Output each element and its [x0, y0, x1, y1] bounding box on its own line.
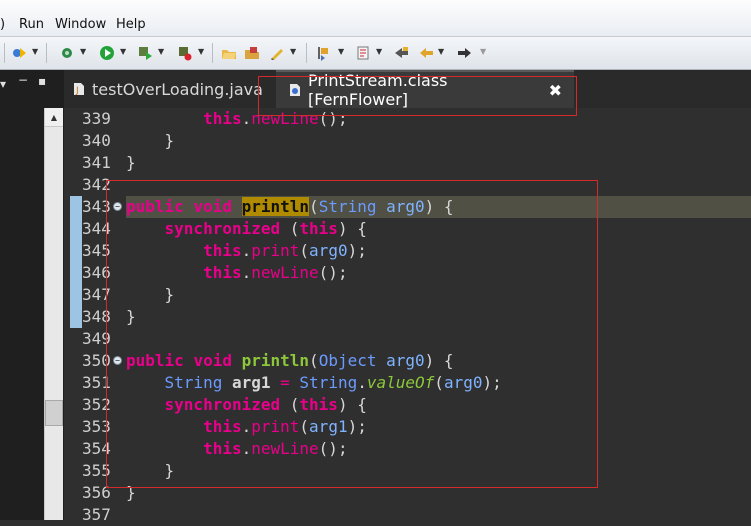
- chevron-down-icon[interactable]: ▼: [438, 47, 444, 56]
- open-type-icon[interactable]: [220, 44, 238, 62]
- code-text: }: [126, 131, 175, 150]
- menu-item-help[interactable]: Help: [116, 17, 146, 32]
- menu-bar: ) Run Window Help: [0, 0, 751, 37]
- chevron-down-icon[interactable]: ▼: [32, 47, 38, 56]
- chevron-down-icon[interactable]: ▼: [198, 47, 204, 56]
- minimize-icon[interactable]: −: [18, 73, 28, 87]
- code-line: 357: [70, 504, 751, 526]
- debug-perspective-icon[interactable]: [10, 44, 28, 62]
- run-config-icon[interactable]: [136, 44, 154, 62]
- forward-icon[interactable]: [456, 44, 474, 62]
- tab-label: testOverLoading.java: [92, 79, 263, 99]
- chevron-down-icon[interactable]: ▼: [376, 47, 382, 56]
- chevron-down-icon[interactable]: ▼: [120, 47, 126, 56]
- menu-item-partial[interactable]: ): [0, 17, 5, 32]
- line-number: 341: [82, 153, 111, 172]
- toolbar-separator: [306, 43, 307, 63]
- run-icon[interactable]: [98, 44, 116, 62]
- toolbar-separator: [212, 43, 213, 63]
- line-number: 340: [82, 131, 111, 150]
- external-tools-icon[interactable]: [176, 44, 194, 62]
- menu-item-window[interactable]: Window: [55, 17, 106, 32]
- toolbar: ▼ ▼ ▼ ▼ ▼ ▼ ▼ ▼ ▼ ▼: [0, 37, 751, 70]
- annotation-icon[interactable]: [268, 44, 286, 62]
- chevron-down-icon[interactable]: ▼: [80, 47, 86, 56]
- toolbar-separator: [46, 43, 47, 63]
- previous-annotation-icon[interactable]: [354, 44, 372, 62]
- open-task-icon[interactable]: [243, 44, 261, 62]
- menu-item-run[interactable]: Run: [19, 17, 44, 32]
- chevron-down-icon[interactable]: ▼: [290, 47, 296, 56]
- code-line: 341 }: [70, 152, 751, 174]
- maximize-icon[interactable]: ▪: [38, 74, 46, 88]
- tab-testoverloading[interactable]: J testOverLoading.java: [72, 70, 263, 108]
- java-file-icon: J: [72, 82, 86, 96]
- chevron-down-icon[interactable]: ▼: [158, 47, 164, 56]
- toolbar-separator: [4, 43, 5, 63]
- next-annotation-icon[interactable]: [314, 44, 332, 62]
- vertical-scrollbar[interactable]: ▲: [44, 108, 63, 520]
- debug-icon[interactable]: [58, 44, 76, 62]
- last-edit-icon[interactable]: [392, 44, 410, 62]
- scroll-up-arrow-icon[interactable]: ▲: [45, 108, 63, 127]
- scroll-thumb[interactable]: [45, 400, 63, 426]
- chevron-down-icon[interactable]: ▼: [338, 47, 344, 56]
- line-number: 339: [82, 109, 111, 128]
- view-menu-icon[interactable]: ▾: [0, 77, 6, 91]
- line-number: 357: [82, 505, 111, 524]
- code-line: 340 }: [70, 130, 751, 152]
- svg-text:J: J: [75, 86, 79, 96]
- chevron-down-icon[interactable]: ▼: [480, 47, 486, 56]
- annotation-box-tab: [258, 76, 577, 116]
- annotation-box-code: [106, 180, 598, 488]
- back-icon[interactable]: [417, 44, 435, 62]
- code-text: }: [126, 153, 136, 172]
